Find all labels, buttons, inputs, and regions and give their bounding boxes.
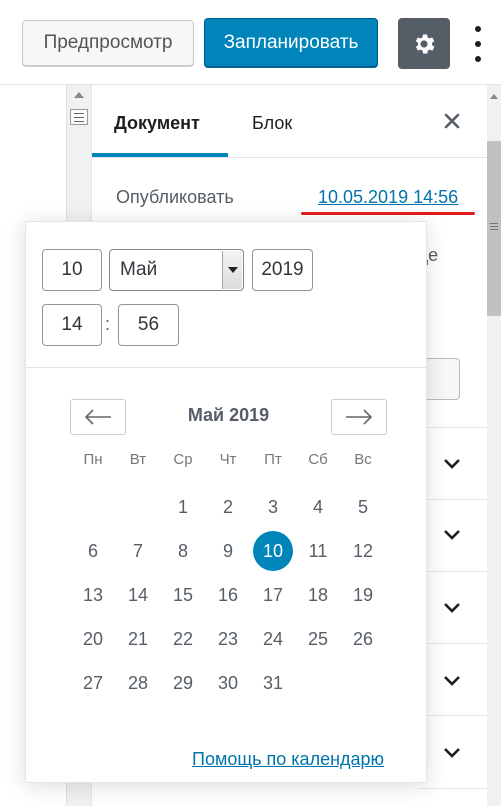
- calendar-day[interactable]: 23: [208, 619, 248, 659]
- hour-input[interactable]: 14: [42, 304, 102, 346]
- scroll-up-arrow-icon[interactable]: [490, 94, 498, 99]
- calendar-day[interactable]: 15: [163, 575, 203, 615]
- calendar-day[interactable]: 25: [298, 619, 338, 659]
- weekday-header: Вт: [129, 451, 147, 468]
- arrow-left-icon: [84, 409, 111, 425]
- minute-input[interactable]: 56: [118, 304, 179, 346]
- scrollbar-thumb[interactable]: [487, 141, 501, 316]
- calendar-help-link[interactable]: Помощь по календарю: [192, 749, 384, 770]
- weekday-header: Сб: [308, 451, 328, 468]
- calendar-day[interactable]: 3: [253, 487, 293, 527]
- calendar-day[interactable]: 9: [208, 531, 248, 571]
- calendar-day[interactable]: 2: [208, 487, 248, 527]
- dropdown-arrow-icon[interactable]: [222, 251, 242, 289]
- schedule-button[interactable]: Запланировать: [204, 18, 378, 67]
- publish-label: Опубликовать: [116, 187, 234, 207]
- arrow-right-icon: [346, 409, 373, 425]
- weekday-header: Пн: [83, 451, 103, 468]
- year-input[interactable]: 2019: [252, 249, 313, 291]
- tabs-divider: [92, 157, 488, 158]
- chevron-down-icon[interactable]: [442, 674, 462, 688]
- calendar-day[interactable]: 4: [298, 487, 338, 527]
- calendar-day[interactable]: 22: [163, 619, 203, 659]
- calendar-day[interactable]: 1: [163, 487, 203, 527]
- calendar-day[interactable]: 21: [118, 619, 158, 659]
- calendar-day[interactable]: 17: [253, 575, 293, 615]
- calendar-day[interactable]: 8: [163, 531, 203, 571]
- calendar-day[interactable]: 13: [73, 575, 113, 615]
- chevron-down-icon[interactable]: [442, 601, 462, 615]
- calendar-day[interactable]: 11: [298, 531, 338, 571]
- day-input[interactable]: 10: [42, 249, 102, 291]
- popover-divider: [26, 367, 426, 368]
- calendar-day[interactable]: 14: [118, 575, 158, 615]
- weekday-header: Ср: [173, 451, 193, 468]
- calendar-day[interactable]: 7: [118, 531, 158, 571]
- time-separator: :: [105, 314, 111, 334]
- calendar-day[interactable]: 24: [253, 619, 293, 659]
- editor-header: Предпросмотр Запланировать: [0, 0, 501, 85]
- publish-date-toggle[interactable]: 10.05.2019 14:56: [318, 187, 458, 208]
- weekday-header: Чт: [219, 451, 237, 468]
- calendar-day[interactable]: 16: [208, 575, 248, 615]
- calendar-day[interactable]: 12: [343, 531, 383, 571]
- settings-button[interactable]: [398, 18, 450, 69]
- panel-divider: [420, 571, 488, 572]
- weekday-header: Вс: [354, 451, 372, 468]
- calendar-day[interactable]: 19: [343, 575, 383, 615]
- previous-month-button[interactable]: [70, 399, 126, 435]
- highlight-underline: [301, 212, 475, 215]
- calendar-day-selected[interactable]: 10: [253, 531, 293, 571]
- chevron-down-icon[interactable]: [442, 528, 462, 542]
- calendar-day[interactable]: 30: [208, 663, 248, 703]
- more-options-button[interactable]: [466, 26, 490, 62]
- calendar-day[interactable]: 20: [73, 619, 113, 659]
- month-select-value: Май: [120, 259, 158, 280]
- calendar-day[interactable]: 6: [73, 531, 113, 571]
- panel-divider: [420, 499, 488, 500]
- scroll-grip-icon[interactable]: [70, 109, 88, 125]
- calendar-day[interactable]: 18: [298, 575, 338, 615]
- date-picker-popover: 10 Май 2019 14 : 56 Май 2019 Пн Вт Ср Чт Пт С…: [25, 221, 427, 783]
- panel-divider: [420, 427, 488, 428]
- panel-divider: [420, 788, 488, 789]
- calendar-day[interactable]: 26: [343, 619, 383, 659]
- scroll-up-arrow-icon[interactable]: [74, 92, 84, 98]
- tab-document[interactable]: Документ: [114, 113, 200, 134]
- close-icon[interactable]: [442, 111, 462, 131]
- calendar-day[interactable]: 29: [163, 663, 203, 703]
- month-select[interactable]: Май: [109, 249, 244, 291]
- gear-icon: [415, 33, 435, 54]
- sidebar-scrollbar[interactable]: [487, 85, 501, 806]
- calendar-day[interactable]: 31: [253, 663, 293, 703]
- preview-button[interactable]: Предпросмотр: [22, 20, 194, 66]
- calendar-month-title: Май 2019: [187, 405, 270, 425]
- weekday-header: Пт: [264, 451, 282, 468]
- chevron-down-icon[interactable]: [442, 457, 462, 471]
- panel-divider: [420, 643, 488, 644]
- calendar-day[interactable]: 28: [118, 663, 158, 703]
- calendar-day[interactable]: 27: [73, 663, 113, 703]
- calendar-day[interactable]: 5: [343, 487, 383, 527]
- tab-block[interactable]: Блок: [252, 113, 292, 134]
- panel-divider: [420, 715, 488, 716]
- chevron-down-icon[interactable]: [442, 746, 462, 760]
- vertical-ellipsis-icon: [475, 26, 481, 32]
- next-month-button[interactable]: [331, 399, 387, 435]
